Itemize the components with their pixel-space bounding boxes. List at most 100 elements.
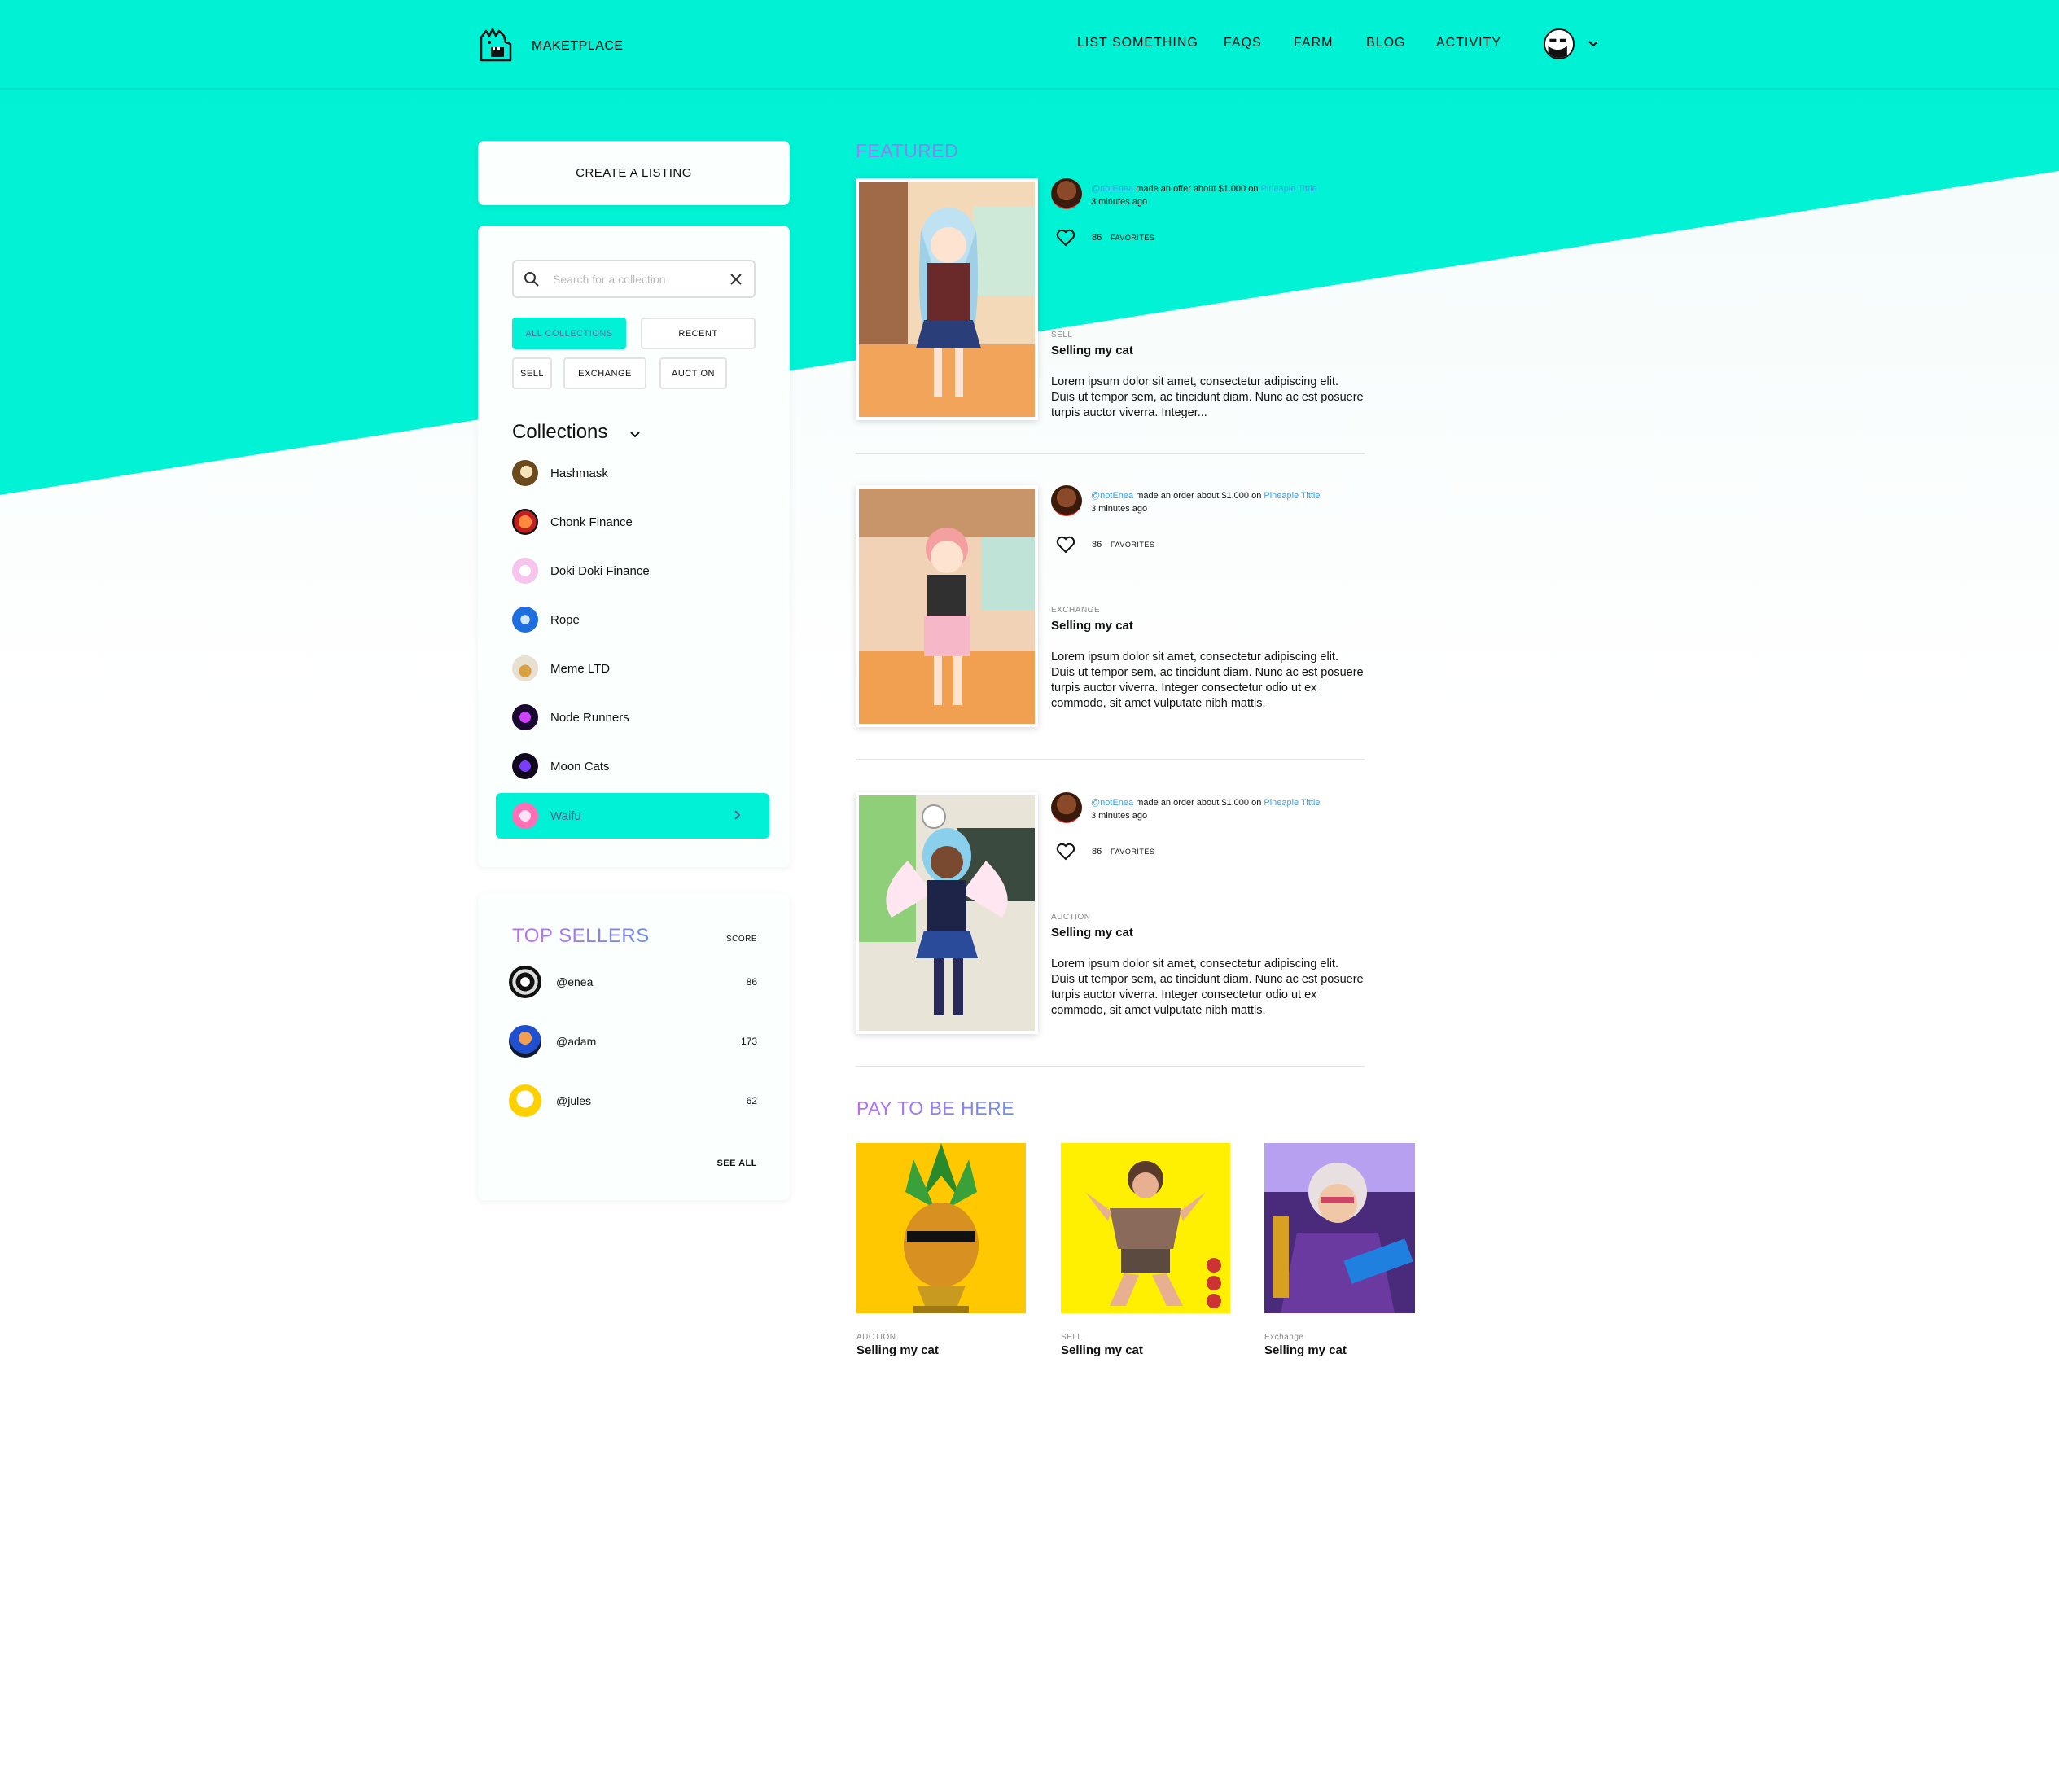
promoted-image[interactable]: [856, 1143, 1026, 1313]
listing-title[interactable]: Selling my cat: [1051, 344, 1133, 357]
activity-time: 3 minutes ago: [1091, 197, 1148, 207]
chevron-down-icon[interactable]: [1588, 38, 1599, 50]
avatar: [509, 966, 541, 998]
nav-list-something[interactable]: LIST SOMETHING: [1077, 36, 1198, 50]
collections-heading[interactable]: Collections: [512, 421, 607, 444]
activity-text: @notEnea made an order about $1.000 on P…: [1091, 489, 1321, 515]
seller-score: 86: [746, 976, 757, 988]
listing-title[interactable]: Selling my cat: [1051, 926, 1133, 940]
activity-action: made an offer about $1.000 on: [1133, 184, 1261, 194]
activity-target-link[interactable]: Pineaple Tittle: [1264, 491, 1320, 501]
promoted-item[interactable]: SELL Selling my cat: [1061, 1143, 1230, 1357]
seller-name: @jules: [556, 1094, 592, 1107]
search-input[interactable]: Search for a collection: [512, 260, 756, 298]
doki-doki-icon: [512, 558, 538, 584]
promoted-type: SELL: [1061, 1333, 1083, 1342]
create-listing-button[interactable]: CREATE A LISTING: [478, 141, 790, 205]
activity-text: @notEnea made an offer about $1.000 on P…: [1091, 182, 1317, 208]
listing-image[interactable]: [856, 485, 1038, 727]
collection-label: Chonk Finance: [550, 515, 633, 529]
promoted-image[interactable]: [1061, 1143, 1230, 1313]
activity-user-link[interactable]: @notEnea: [1091, 184, 1133, 194]
filter-sell[interactable]: SELL: [512, 357, 552, 389]
close-icon[interactable]: [728, 271, 744, 287]
nav-blog[interactable]: BLOG: [1366, 36, 1405, 50]
promoted-item[interactable]: Exchange Selling my cat: [1264, 1143, 1415, 1357]
favorites-label: FAVORITES: [1111, 848, 1155, 856]
avatar[interactable]: [1051, 792, 1082, 823]
user-avatar[interactable]: [1544, 28, 1575, 59]
nav-faqs[interactable]: FAQS: [1224, 36, 1262, 50]
collection-label: Meme LTD: [550, 661, 611, 676]
collection-item-doki-doki[interactable]: Doki Doki Finance: [512, 554, 756, 587]
logo-icon[interactable]: [478, 26, 514, 64]
filter-all-collections[interactable]: ALL COLLECTIONS: [512, 318, 626, 349]
chevron-down-icon[interactable]: [629, 428, 642, 441]
promoted-type: AUCTION: [856, 1333, 896, 1342]
listing-description: Lorem ipsum dolor sit amet, consectetur …: [1051, 651, 1364, 710]
heart-icon[interactable]: [1056, 536, 1075, 554]
collection-item-moon-cats[interactable]: Moon Cats: [512, 750, 756, 782]
hashmask-icon: [512, 460, 538, 486]
search-placeholder: Search for a collection: [553, 273, 666, 286]
collection-item-node-runners[interactable]: Node Runners: [512, 701, 756, 734]
favorites-count: 86: [1092, 540, 1102, 550]
collection-item-chonk-finance[interactable]: Chonk Finance: [512, 506, 756, 538]
avatar: [509, 1025, 541, 1058]
favorites-label: FAVORITES: [1111, 234, 1155, 242]
collection-label: Hashmask: [550, 466, 608, 480]
meme-ltd-icon: [512, 655, 538, 681]
nav-activity[interactable]: ACTIVITY: [1436, 36, 1501, 50]
avatar[interactable]: [1051, 178, 1082, 209]
heart-icon[interactable]: [1056, 229, 1075, 247]
divider: [856, 1066, 1365, 1067]
featured-item[interactable]: @notEnea made an order about $1.000 on P…: [856, 792, 1365, 1036]
activity-text: @notEnea made an order about $1.000 on P…: [1091, 796, 1321, 822]
listing-image[interactable]: [856, 792, 1038, 1034]
activity-time: 3 minutes ago: [1091, 504, 1148, 514]
create-listing-label: CREATE A LISTING: [576, 166, 692, 180]
filter-panel: Search for a collection ALL COLLECTIONS …: [478, 226, 790, 867]
promoted-title[interactable]: Selling my cat: [1061, 1343, 1230, 1357]
promoted-title[interactable]: Selling my cat: [856, 1343, 1026, 1357]
listing-title[interactable]: Selling my cat: [1051, 619, 1133, 633]
promoted-image[interactable]: [1264, 1143, 1415, 1313]
promoted-title[interactable]: Selling my cat: [1264, 1343, 1415, 1357]
top-navbar: MAKETPLACE LIST SOMETHING FAQS FARM BLOG…: [0, 0, 2059, 90]
activity-target-link[interactable]: Pineaple Tittle: [1261, 184, 1317, 194]
collection-item-rope[interactable]: Rope: [512, 603, 756, 636]
seller-name: @adam: [556, 1035, 597, 1048]
seller-row[interactable]: @jules 62: [509, 1084, 757, 1117]
seller-score: 62: [746, 1095, 757, 1106]
activity-user-link[interactable]: @notEnea: [1091, 798, 1133, 808]
collection-label: Doki Doki Finance: [550, 563, 650, 578]
heart-icon[interactable]: [1056, 843, 1075, 861]
collection-item-waifu[interactable]: Waifu: [496, 793, 769, 839]
avatar: [509, 1084, 541, 1117]
promoted-item[interactable]: AUCTION Selling my cat: [856, 1143, 1026, 1357]
avatar[interactable]: [1051, 485, 1082, 516]
see-all-link[interactable]: SEE ALL: [716, 1159, 757, 1168]
listing-description: Lorem ipsum dolor sit amet, consectetur …: [1051, 957, 1364, 1017]
rope-icon: [512, 607, 538, 633]
seller-row[interactable]: @enea 86: [509, 966, 757, 998]
nav-farm[interactable]: FARM: [1294, 36, 1333, 50]
collection-item-hashmask[interactable]: Hashmask: [512, 457, 756, 489]
top-sellers-panel: TOP SELLERS SCORE @enea 86 @adam 173 @ju…: [478, 894, 790, 1200]
collection-label: Moon Cats: [550, 759, 610, 773]
top-sellers-heading: TOP SELLERS: [512, 925, 650, 947]
listing-image[interactable]: [856, 178, 1038, 420]
filter-exchange[interactable]: EXCHANGE: [563, 357, 646, 389]
brand-name[interactable]: MAKETPLACE: [532, 39, 624, 54]
activity-action: made an order about $1.000 on: [1133, 798, 1264, 808]
filter-auction[interactable]: AUCTION: [659, 357, 727, 389]
favorites-label: FAVORITES: [1111, 541, 1155, 549]
seller-row[interactable]: @adam 173: [509, 1025, 757, 1058]
featured-item[interactable]: @notEnea made an order about $1.000 on P…: [856, 485, 1365, 730]
collection-item-meme-ltd[interactable]: Meme LTD: [512, 652, 756, 685]
featured-item[interactable]: @notEnea made an offer about $1.000 on P…: [856, 178, 1365, 423]
activity-target-link[interactable]: Pineaple Tittle: [1264, 798, 1320, 808]
activity-user-link[interactable]: @notEnea: [1091, 491, 1133, 501]
filter-recent[interactable]: RECENT: [641, 318, 756, 349]
search-icon: [524, 272, 539, 287]
